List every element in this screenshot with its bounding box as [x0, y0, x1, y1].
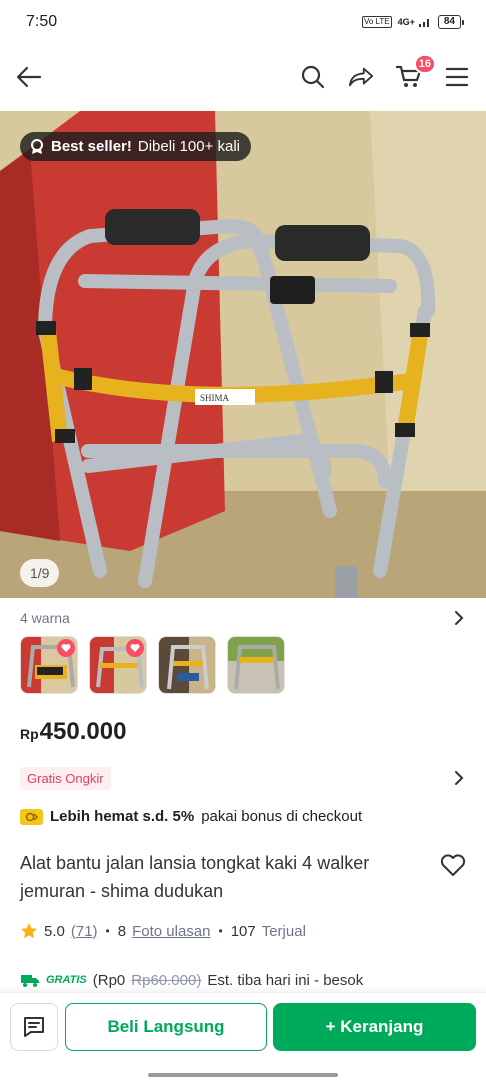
shipping-info-row[interactable]: GRATIS (Rp0 Rp60.000) Est. tiba hari ini …	[20, 968, 466, 992]
medal-icon	[31, 138, 43, 154]
gratis-label: GRATIS	[46, 974, 87, 986]
add-to-cart-button[interactable]: + Keranjang	[273, 1003, 476, 1051]
sold-label: Terjual	[261, 922, 306, 940]
shipping-eta: Est. tiba hari ini - besok	[207, 971, 364, 989]
walker-photo: SHIMA	[0, 111, 486, 598]
rating-row: 5.0 (71) • 8 Foto ulasan • 107 Terjual	[20, 922, 306, 940]
sold-count: 107	[230, 922, 256, 940]
product-price: Rp 450.000	[20, 718, 126, 746]
bonus-bold-text: Lebih hemat s.d. 5%	[50, 808, 195, 825]
best-seller-text: Dibeli 100+ kali	[137, 138, 241, 155]
status-time: 7:50	[26, 13, 58, 30]
bottom-action-bar: Beli Langsung + Keranjang	[0, 992, 486, 1080]
search-icon[interactable]	[300, 64, 326, 90]
image-counter: 1/9	[20, 559, 60, 587]
variant-thumb[interactable]	[227, 636, 285, 694]
bonus-info: Lebih hemat s.d. 5% pakai bonus di check…	[20, 808, 362, 825]
variant-thumb[interactable]	[158, 636, 216, 694]
wishlist-heart-icon[interactable]	[440, 853, 466, 877]
status-bar: 7:50 Vo LTE 4G+ 84	[0, 0, 486, 44]
signal-icon: 4G+	[398, 17, 432, 28]
battery-level: 84	[437, 15, 461, 29]
menu-icon[interactable]	[444, 64, 470, 90]
product-title: Alat bantu jalan lansia tongkat kaki 4 w…	[20, 853, 370, 901]
bonus-text: pakai bonus di checkout	[201, 808, 363, 825]
brand-label: SHIMA	[200, 393, 230, 403]
best-seller-badge: Best seller! Dibeli 100+ kali	[20, 132, 252, 161]
variant-header[interactable]: 4 warna	[0, 604, 486, 632]
battery-icon: 84	[437, 15, 464, 29]
buy-now-button[interactable]: Beli Langsung	[65, 1003, 267, 1051]
star-icon	[21, 923, 37, 939]
favorite-icon	[126, 639, 144, 657]
variant-thumbnails	[20, 636, 285, 694]
variant-thumb[interactable]	[89, 636, 147, 694]
variant-count-label: 4 warna	[20, 610, 70, 626]
chevron-right-icon[interactable]	[454, 610, 464, 626]
separator-dot: •	[105, 924, 110, 938]
price-value: 450.000	[39, 718, 127, 745]
free-shipping-badge: Gratis Ongkir	[20, 766, 111, 790]
nav-actions: 16	[300, 54, 470, 90]
truck-icon	[21, 975, 39, 987]
free-shipping-row[interactable]: Gratis Ongkir	[0, 765, 486, 791]
price-currency: Rp	[20, 726, 39, 742]
share-icon[interactable]	[348, 64, 374, 90]
chat-button[interactable]	[10, 1003, 58, 1051]
status-icons: Vo LTE 4G+ 84	[361, 15, 464, 29]
favorite-icon	[57, 639, 75, 657]
photo-review-link[interactable]: Foto ulasan	[132, 923, 210, 940]
product-image[interactable]: SHIMA Best seller! Dibeli 100+ kali 1/9	[0, 111, 486, 598]
shipping-price: (Rp0	[92, 971, 126, 989]
coin-icon	[20, 808, 43, 825]
volte-icon: Vo LTE	[361, 16, 392, 28]
network-type: 4G+	[397, 17, 415, 27]
cart-icon[interactable]: 16	[396, 54, 436, 90]
best-seller-label: Best seller!	[51, 138, 132, 155]
chat-icon	[24, 1017, 44, 1037]
back-arrow-icon[interactable]	[16, 64, 42, 90]
home-indicator	[148, 1073, 338, 1077]
top-nav: 16	[0, 48, 486, 106]
cart-count-badge: 16	[413, 54, 436, 74]
separator-dot: •	[218, 924, 223, 938]
chevron-right-icon[interactable]	[454, 770, 464, 786]
shipping-old-price: Rp60.000)	[131, 971, 202, 989]
product-title-row: Alat bantu jalan lansia tongkat kaki 4 w…	[20, 849, 466, 905]
variant-thumb[interactable]	[20, 636, 78, 694]
photo-review-count: 8	[117, 922, 127, 940]
rating-score: 5.0	[44, 922, 65, 940]
review-count[interactable]: (71)	[71, 923, 98, 940]
